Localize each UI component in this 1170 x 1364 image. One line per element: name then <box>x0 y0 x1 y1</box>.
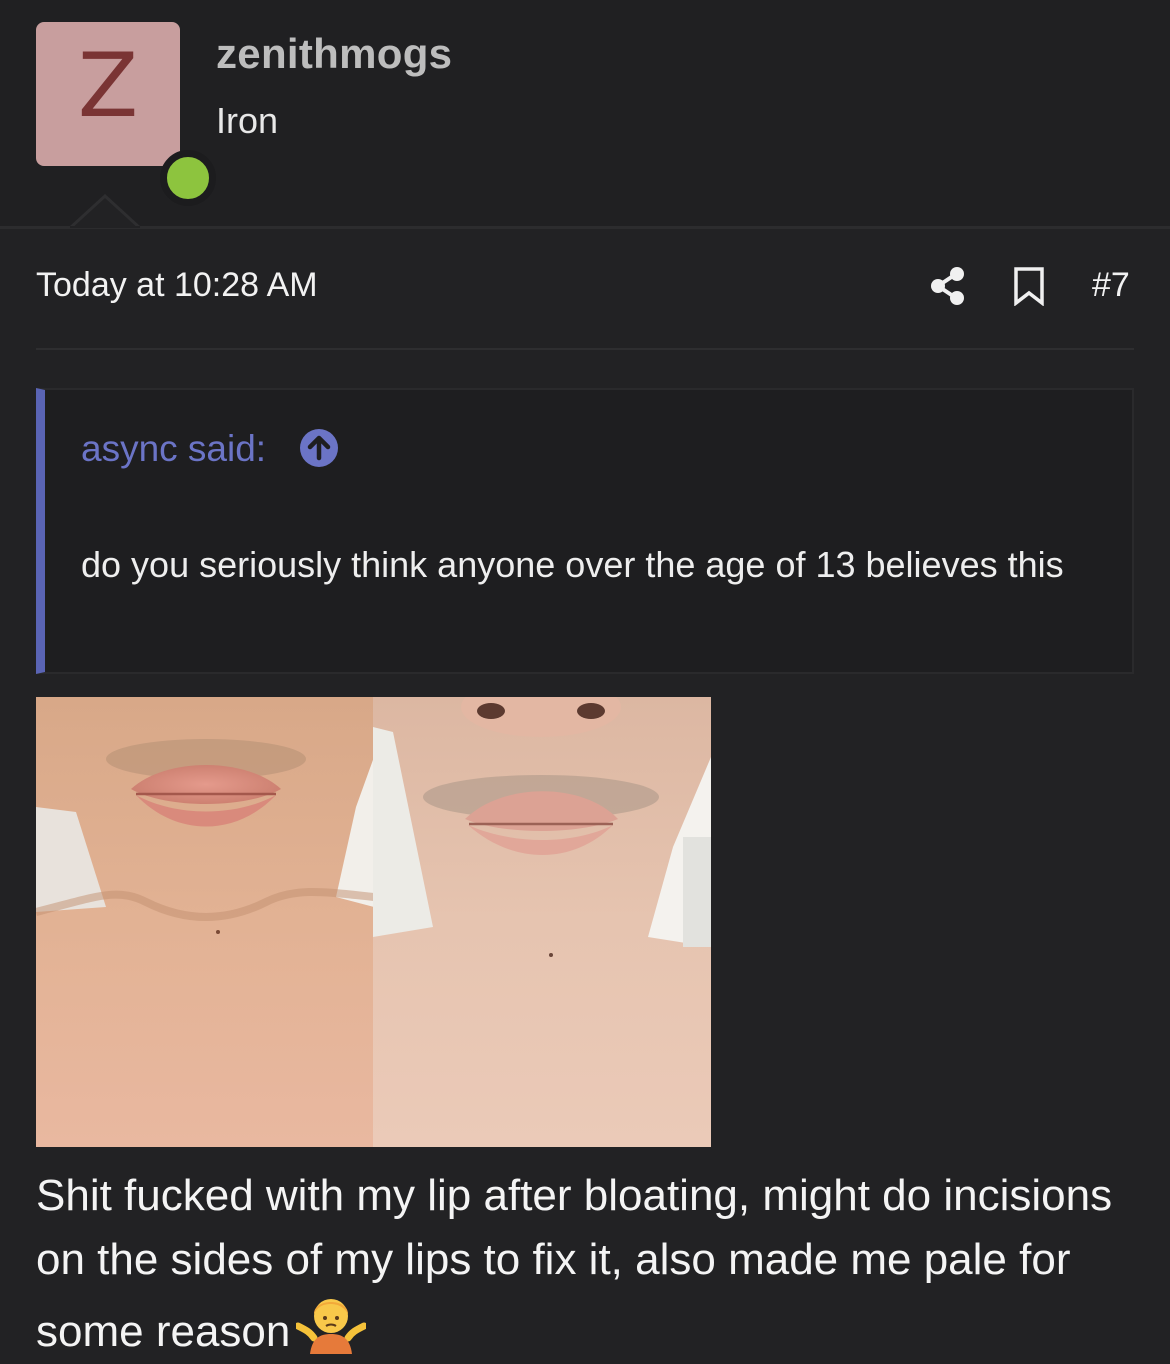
quote-author[interactable]: async said: <box>81 428 266 470</box>
arrow-up-circle-icon[interactable] <box>299 428 339 468</box>
post-message-text: Shit fucked with my lip after bloating, … <box>36 1171 1113 1356</box>
quote-block: async said: do you seriously think anyon… <box>36 388 1134 674</box>
person-shrugging-icon <box>296 1299 367 1354</box>
post-date[interactable]: Today at 10:28 AM <box>36 266 318 305</box>
user-header: Z zenithmogs Iron <box>0 0 1170 228</box>
avatar-letter: Z <box>77 34 139 137</box>
bookmark-icon[interactable] <box>1012 266 1046 306</box>
meta-divider <box>36 348 1134 350</box>
header-pointer <box>70 194 140 228</box>
lip-photo-front-image <box>36 697 374 1147</box>
online-status-indicator <box>160 150 216 206</box>
header-divider <box>0 226 1170 229</box>
post-number-link[interactable]: #7 <box>1092 266 1130 305</box>
quote-text: do you seriously think anyone over the a… <box>81 544 1064 585</box>
lip-photo-lower-angle-image <box>373 697 711 1147</box>
avatar[interactable]: Z <box>36 22 216 206</box>
lip-photo-lower-angle[interactable] <box>373 697 711 1147</box>
user-rank: Iron <box>216 100 279 141</box>
lip-photo-front[interactable] <box>36 697 374 1147</box>
share-icon[interactable] <box>928 266 968 306</box>
post-message: Shit fucked with my lip after bloating, … <box>36 1164 1146 1364</box>
username[interactable]: zenithmogs <box>216 30 452 78</box>
